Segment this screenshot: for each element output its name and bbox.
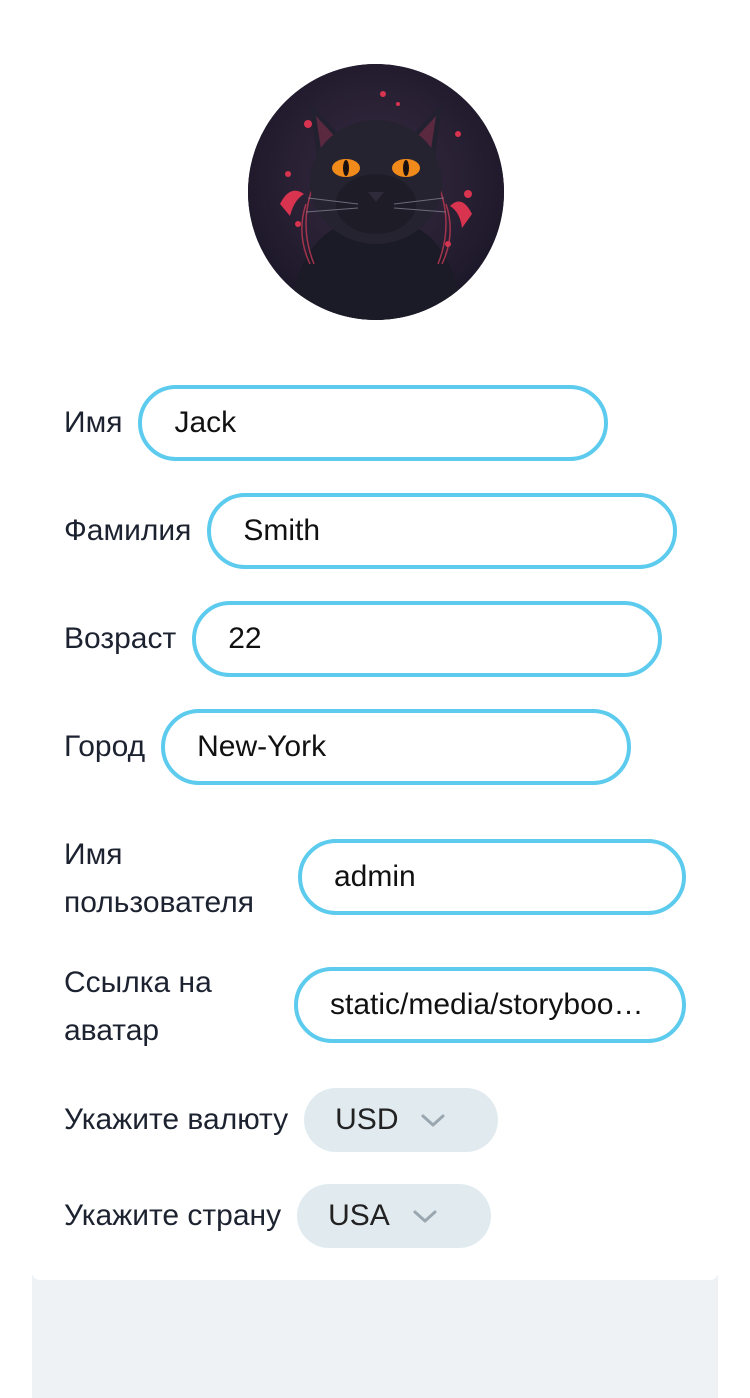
age-label: Возраст: [64, 622, 177, 655]
last-name-row: Фамилия Smith: [64, 493, 678, 569]
country-value: USA: [328, 1199, 390, 1232]
avatar: [248, 64, 504, 320]
first-name-row: Имя Jack: [64, 385, 609, 461]
currency-value: USD: [335, 1103, 399, 1136]
city-input[interactable]: New-York: [161, 709, 632, 785]
age-row: Возраст 22: [64, 601, 663, 677]
city-row: Город New-York: [64, 709, 632, 785]
currency-select[interactable]: USD: [304, 1088, 499, 1152]
username-row: Имя пользователя admin: [64, 831, 686, 927]
first-name-input[interactable]: Jack: [138, 385, 609, 461]
username-label: Имя пользователя: [64, 838, 254, 919]
avatar-link-label: Ссылка на аватар: [64, 966, 212, 1047]
chevron-down-icon: [420, 1103, 446, 1137]
avatar-link-row: Ссылка на аватар static/media/storybook-…: [64, 959, 686, 1055]
city-label: Город: [64, 730, 146, 763]
country-row: Укажите страну USA: [64, 1184, 492, 1248]
first-name-label: Имя: [64, 406, 123, 439]
page-background: [32, 1275, 718, 1398]
currency-row: Укажите валюту USD: [64, 1088, 499, 1152]
avatar-link-input[interactable]: static/media/storybook-avatar.jpg: [294, 967, 686, 1043]
age-input[interactable]: 22: [192, 601, 663, 677]
cat-illustration-icon: [248, 64, 504, 320]
last-name-label: Фамилия: [64, 514, 192, 547]
username-input[interactable]: admin: [298, 839, 686, 915]
chevron-down-icon: [412, 1199, 438, 1233]
currency-label: Укажите валюту: [64, 1103, 289, 1136]
last-name-input[interactable]: Smith: [207, 493, 678, 569]
country-label: Укажите страну: [64, 1199, 282, 1232]
country-select[interactable]: USA: [297, 1184, 492, 1248]
